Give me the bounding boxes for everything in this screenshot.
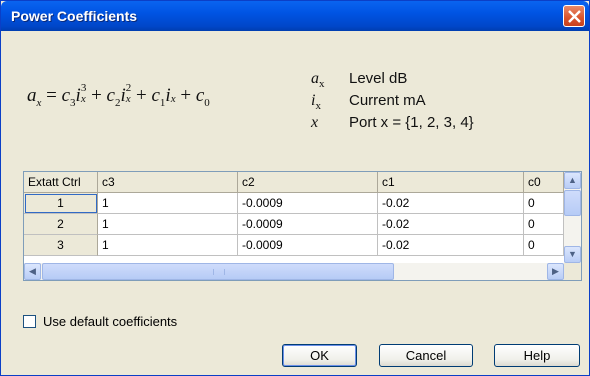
arrow-down-icon[interactable]: ▼ (564, 246, 581, 263)
col-header-c0[interactable]: c0 (524, 172, 564, 193)
use-default-checkbox[interactable] (23, 315, 36, 328)
horizontal-scroll-thumb[interactable] (42, 263, 394, 280)
col-header-extatt-ctrl[interactable]: Extatt Ctrl (24, 172, 98, 193)
dialog-title: Power Coefficients (11, 8, 138, 24)
table-cell-c1[interactable]: -0.02 (378, 214, 524, 235)
grip-icon (213, 269, 225, 275)
ok-button[interactable]: OK (282, 344, 357, 367)
table-cell-c2[interactable]: -0.0009 (238, 235, 378, 256)
table-cell-c1[interactable]: -0.02 (378, 235, 524, 256)
coefficients-table[interactable]: Extatt Ctrl c3 c2 c1 c0 1 1 -0.0009 -0.0… (23, 171, 582, 281)
legend-text-current: Current mA (349, 92, 426, 109)
table-cell-c0[interactable]: 0 (524, 235, 564, 256)
title-bar: Power Coefficients (1, 1, 589, 31)
legend-symbol-a: ax (311, 70, 325, 91)
legend-symbol-x: x (311, 114, 319, 131)
polynomial-formula: ax = c3i 3 x + c2i 2 x + c1i x + c0 (27, 81, 210, 109)
close-button[interactable] (563, 5, 585, 27)
legend-text-port: Port x = {1, 2, 3, 4} (349, 114, 474, 131)
table-cell-c0[interactable]: 0 (524, 193, 564, 214)
row-header[interactable]: 1 (24, 193, 98, 214)
table-cell-c0[interactable]: 0 (524, 214, 564, 235)
formula-term: c2i 2 x + (106, 81, 152, 109)
table-cell-c1[interactable]: -0.02 (378, 193, 524, 214)
formula-term: c0 (195, 85, 210, 109)
table-cell-c3[interactable]: 1 (98, 193, 238, 214)
formula-equals: = (41, 85, 62, 106)
table-cell-c3[interactable]: 1 (98, 214, 238, 235)
row-header[interactable]: 2 (24, 214, 98, 235)
use-default-label[interactable]: Use default coefficients (43, 314, 177, 329)
table-cell-c3[interactable]: 1 (98, 235, 238, 256)
arrow-left-icon[interactable]: ◀ (24, 263, 41, 280)
close-x-icon (568, 10, 581, 23)
formula-term: c3i 3 x + (61, 81, 107, 109)
legend-text-level: Level dB (349, 70, 408, 87)
arrow-right-icon[interactable]: ▶ (547, 263, 564, 280)
table-cell-c2[interactable]: -0.0009 (238, 193, 378, 214)
formula-term: c1i x + (151, 85, 196, 109)
col-header-c3[interactable]: c3 (98, 172, 238, 193)
horizontal-scrollbar[interactable]: ◀ ▶ (24, 263, 564, 280)
table-cell-c2[interactable]: -0.0009 (238, 214, 378, 235)
col-header-c1[interactable]: c1 (378, 172, 524, 193)
formula-terms: c3i 3 x + c2i 2 x + c1i x + c0 (61, 81, 210, 109)
col-header-c2[interactable]: c2 (238, 172, 378, 193)
help-button[interactable]: Help (494, 344, 580, 367)
vertical-scrollbar[interactable]: ▲ ▼ (564, 172, 581, 263)
vertical-scroll-thumb[interactable] (564, 190, 581, 216)
power-coefficients-dialog: Power Coefficients ax = c3i 3 x + c2i 2 x + … (0, 0, 590, 376)
scrollbar-corner (564, 263, 581, 280)
arrow-up-icon[interactable]: ▲ (564, 172, 581, 189)
cancel-button[interactable]: Cancel (379, 344, 473, 367)
formula-lhs: a (27, 85, 37, 106)
row-header[interactable]: 3 (24, 235, 98, 256)
legend-symbol-i: ix (311, 92, 321, 113)
